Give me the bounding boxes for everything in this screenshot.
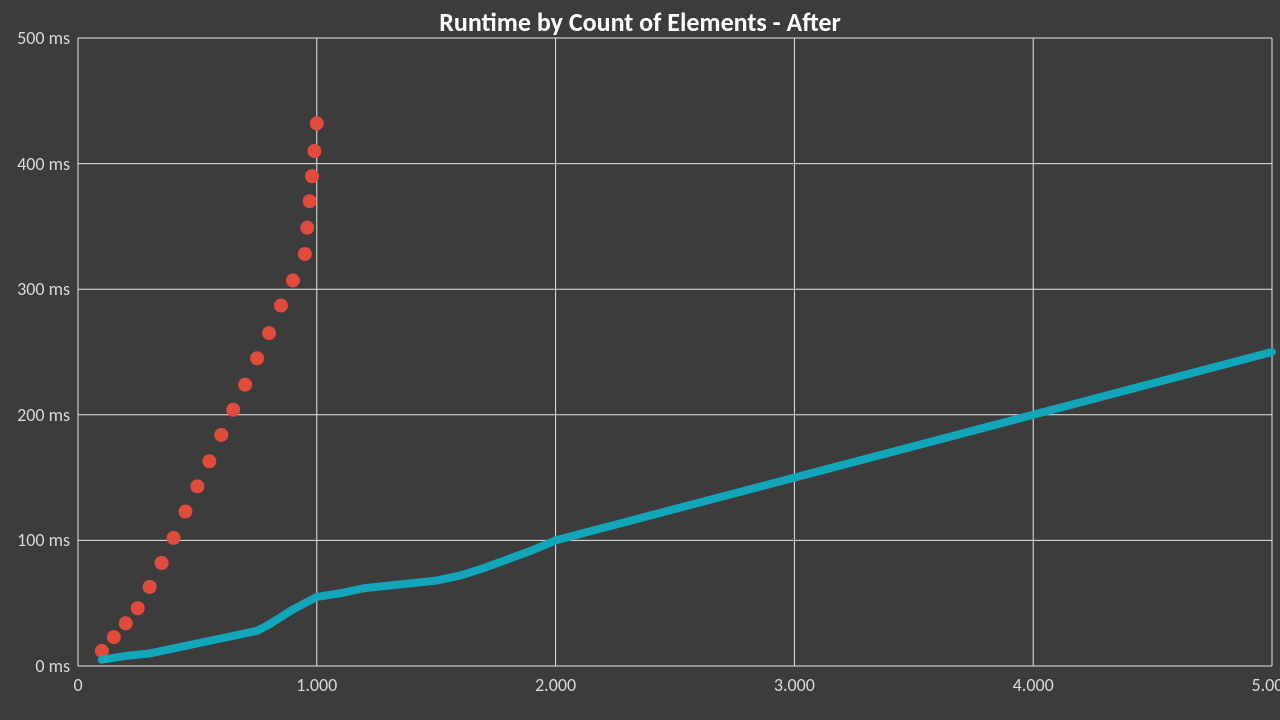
data-point [300,221,314,235]
y-tick-label: 200 ms [17,404,70,426]
data-point [303,194,317,208]
data-point [202,454,216,468]
data-point [190,479,204,493]
data-point [305,169,319,183]
series-before [95,116,324,658]
x-tick-label: 2.000 [526,674,586,696]
chart-container: Runtime by Count of Elements - After 0 m… [0,0,1280,720]
data-point [155,556,169,570]
data-point [307,144,321,158]
series-after [102,352,1272,660]
chart-plot [0,0,1280,720]
data-point [178,505,192,519]
data-point [119,616,133,630]
x-tick-label: 4.000 [1003,674,1063,696]
data-point [167,531,181,545]
data-point [214,428,228,442]
data-point [107,630,121,644]
data-point [250,351,264,365]
x-tick-label: 3.000 [764,674,824,696]
y-tick-label: 500 ms [17,27,70,49]
x-tick-label: 0 [48,674,108,696]
data-point [238,378,252,392]
data-point [310,116,324,130]
data-point [143,580,157,594]
x-tick-label: 1.000 [287,674,347,696]
y-tick-label: 300 ms [17,278,70,300]
data-point [286,273,300,287]
data-point [274,299,288,313]
y-tick-label: 400 ms [17,153,70,175]
y-tick-label: 100 ms [17,529,70,551]
data-point [131,601,145,615]
x-tick-label: 5.000 [1242,674,1280,696]
data-point [262,326,276,340]
data-point [298,247,312,261]
data-point [226,403,240,417]
chart-title: Runtime by Count of Elements - After [0,6,1280,38]
